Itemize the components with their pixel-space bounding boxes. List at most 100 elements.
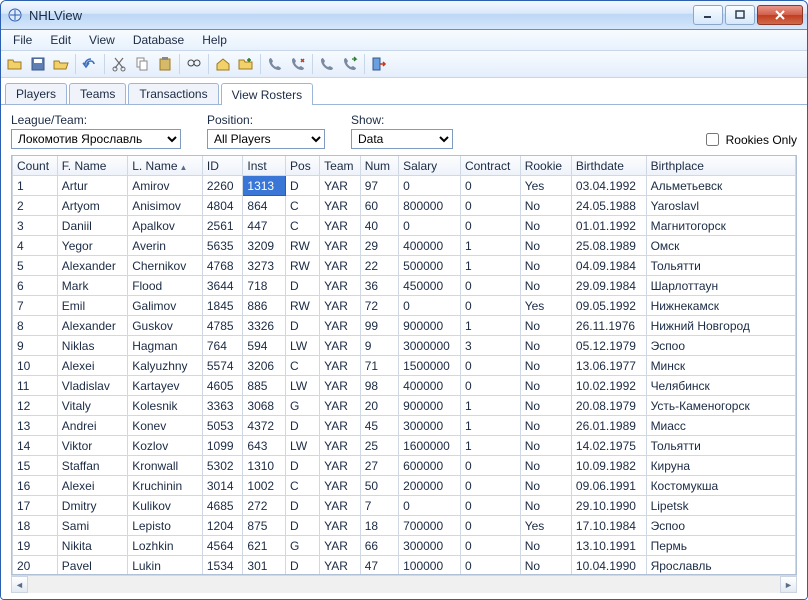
cell-pos[interactable]: D (286, 416, 320, 436)
cell-bplace[interactable]: Нижнекамск (646, 296, 795, 316)
cell-inst[interactable]: 594 (243, 336, 286, 356)
cell-rookie[interactable]: No (520, 476, 571, 496)
menu-file[interactable]: File (5, 32, 40, 48)
cell-team[interactable]: YAR (320, 236, 361, 256)
cell-rookie[interactable]: No (520, 356, 571, 376)
cell-bdate[interactable]: 03.04.1992 (571, 176, 646, 196)
cell-team[interactable]: YAR (320, 196, 361, 216)
cell-pos[interactable]: LW (286, 436, 320, 456)
table-row[interactable]: 20PavelLukin1534301DYAR471000000No10.04.… (13, 556, 796, 575)
table-row[interactable]: 12VitalyKolesnik33633068GYAR209000001No2… (13, 396, 796, 416)
cell-fname[interactable]: Vladislav (57, 376, 127, 396)
cell-rookie[interactable]: Yes (520, 176, 571, 196)
cell-pos[interactable]: C (286, 476, 320, 496)
save-icon[interactable] (27, 53, 49, 75)
cell-num[interactable]: 20 (360, 396, 398, 416)
cell-contract[interactable]: 1 (460, 416, 520, 436)
cell-bdate[interactable]: 04.09.1984 (571, 256, 646, 276)
cell-lname[interactable]: Apalkov (128, 216, 203, 236)
table-row[interactable]: 6MarkFlood3644718DYAR364500000No29.09.19… (13, 276, 796, 296)
cell-bdate[interactable]: 20.08.1979 (571, 396, 646, 416)
cell-id[interactable]: 764 (202, 336, 243, 356)
cell-id[interactable]: 4804 (202, 196, 243, 216)
cell-inst[interactable]: 886 (243, 296, 286, 316)
cell-rookie[interactable]: No (520, 536, 571, 556)
cell-pos[interactable]: C (286, 196, 320, 216)
cell-num[interactable]: 9 (360, 336, 398, 356)
cell-salary[interactable]: 300000 (399, 536, 461, 556)
cell-salary[interactable]: 900000 (399, 396, 461, 416)
cell-rookie[interactable]: No (520, 376, 571, 396)
table-row[interactable]: 1ArturAmirov22601313DYAR9700Yes03.04.199… (13, 176, 796, 196)
cell-inst[interactable]: 875 (243, 516, 286, 536)
cell-contract[interactable]: 0 (460, 376, 520, 396)
cell-team[interactable]: YAR (320, 376, 361, 396)
cell-rookie[interactable]: No (520, 336, 571, 356)
horizontal-scrollbar[interactable]: ◄ ► (11, 575, 797, 593)
close-button[interactable] (757, 5, 803, 25)
cell-salary[interactable]: 0 (399, 216, 461, 236)
cell-salary[interactable]: 1600000 (399, 436, 461, 456)
col-rookie[interactable]: Rookie (520, 156, 571, 176)
cell-salary[interactable]: 0 (399, 176, 461, 196)
cell-fname[interactable]: Alexei (57, 476, 127, 496)
cell-team[interactable]: YAR (320, 256, 361, 276)
cell-team[interactable]: YAR (320, 436, 361, 456)
cell-lname[interactable]: Guskov (128, 316, 203, 336)
open-folder-icon[interactable] (50, 53, 72, 75)
cell-contract[interactable]: 1 (460, 316, 520, 336)
cell-salary[interactable]: 3000000 (399, 336, 461, 356)
cell-pos[interactable]: D (286, 276, 320, 296)
cell-team[interactable]: YAR (320, 336, 361, 356)
cell-rookie[interactable]: No (520, 496, 571, 516)
cell-bdate[interactable]: 09.06.1991 (571, 476, 646, 496)
cell-id[interactable]: 4564 (202, 536, 243, 556)
cell-num[interactable]: 47 (360, 556, 398, 575)
cell-salary[interactable]: 200000 (399, 476, 461, 496)
scroll-right-icon[interactable]: ► (780, 576, 797, 593)
col-contract[interactable]: Contract (460, 156, 520, 176)
cell-salary[interactable]: 0 (399, 296, 461, 316)
cell-fname[interactable]: Staffan (57, 456, 127, 476)
cell-inst[interactable]: 301 (243, 556, 286, 575)
cell-fname[interactable]: Artyom (57, 196, 127, 216)
cell-fname[interactable]: Yegor (57, 236, 127, 256)
find-icon[interactable] (183, 53, 205, 75)
cell-inst[interactable]: 3068 (243, 396, 286, 416)
cell-id[interactable]: 1204 (202, 516, 243, 536)
table-row[interactable]: 3DaniilApalkov2561447CYAR4000No01.01.199… (13, 216, 796, 236)
cell-contract[interactable]: 0 (460, 456, 520, 476)
cell-inst[interactable]: 864 (243, 196, 286, 216)
cell-bdate[interactable]: 26.01.1989 (571, 416, 646, 436)
cell-inst[interactable]: 272 (243, 496, 286, 516)
cell-count[interactable]: 10 (13, 356, 58, 376)
cell-team[interactable]: YAR (320, 396, 361, 416)
cell-pos[interactable]: RW (286, 256, 320, 276)
cell-inst[interactable]: 1310 (243, 456, 286, 476)
col-count[interactable]: Count (13, 156, 58, 176)
cell-fname[interactable]: Daniil (57, 216, 127, 236)
col-birthdate[interactable]: Birthdate (571, 156, 646, 176)
cell-fname[interactable]: Alexei (57, 356, 127, 376)
cut-icon[interactable] (108, 53, 130, 75)
cell-bdate[interactable]: 29.09.1984 (571, 276, 646, 296)
cell-bdate[interactable]: 24.05.1988 (571, 196, 646, 216)
cell-id[interactable]: 3644 (202, 276, 243, 296)
col-birthplace[interactable]: Birthplace (646, 156, 795, 176)
cell-bplace[interactable]: Кируна (646, 456, 795, 476)
cell-rookie[interactable]: No (520, 216, 571, 236)
cell-salary[interactable]: 600000 (399, 456, 461, 476)
cell-team[interactable]: YAR (320, 516, 361, 536)
cell-inst[interactable]: 447 (243, 216, 286, 236)
cell-bdate[interactable]: 10.09.1982 (571, 456, 646, 476)
cell-rookie[interactable]: No (520, 456, 571, 476)
cell-contract[interactable]: 0 (460, 516, 520, 536)
cell-salary[interactable]: 400000 (399, 236, 461, 256)
cell-fname[interactable]: Vitaly (57, 396, 127, 416)
phone-down-icon[interactable] (287, 53, 309, 75)
exit-icon[interactable] (368, 53, 390, 75)
cell-count[interactable]: 3 (13, 216, 58, 236)
col-fname[interactable]: F. Name (57, 156, 127, 176)
cell-num[interactable]: 22 (360, 256, 398, 276)
cell-bplace[interactable]: Нижний Новгород (646, 316, 795, 336)
